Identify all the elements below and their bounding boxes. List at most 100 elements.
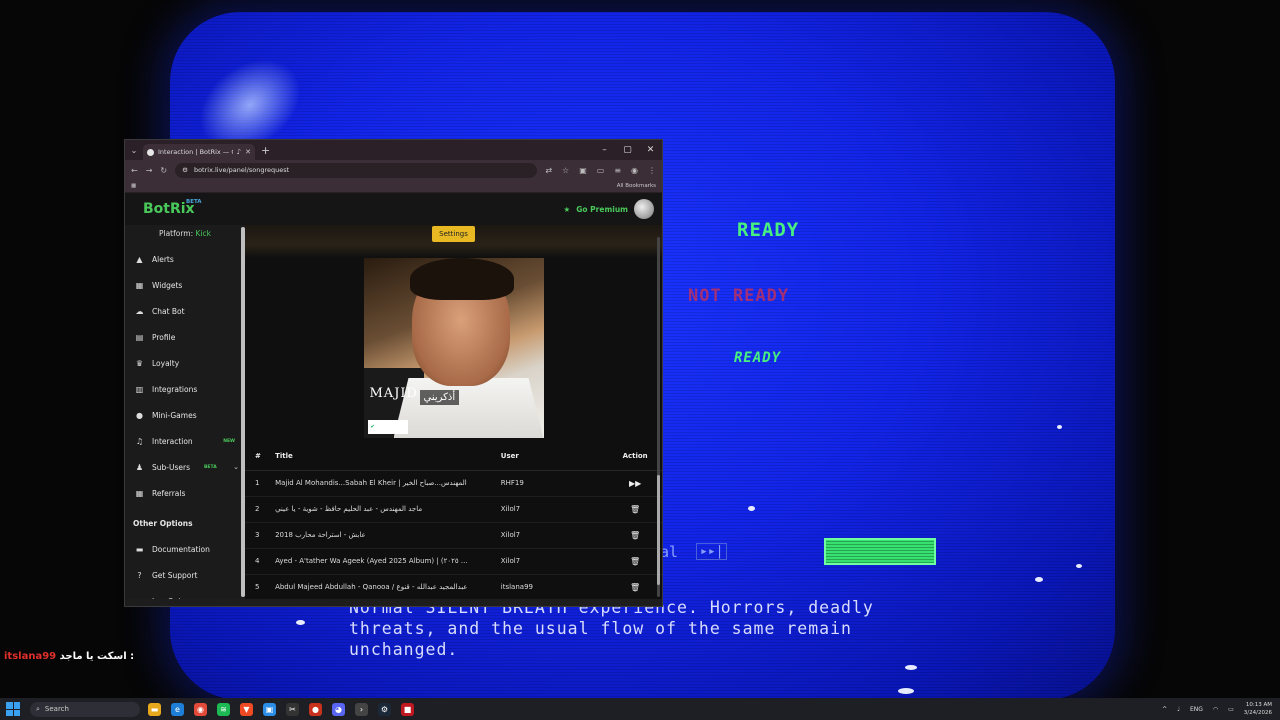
sparkle (1035, 577, 1043, 582)
row-title: 2018 عابش - استراحة محارب (275, 522, 501, 549)
row-user: itslana99 (500, 574, 609, 599)
sidebar-item-get-support[interactable]: ? Get Support (125, 562, 245, 588)
record-label-logo: ✔ (367, 420, 408, 434)
trash-icon[interactable]: 🗑 (630, 505, 640, 514)
row-user: Xilol7 (500, 548, 609, 575)
minimize-icon[interactable]: – (593, 140, 616, 160)
row-title: Ayed - A'tather Wa Ageek (Ayed 2025 Albu… (275, 548, 501, 575)
chevron-down-icon[interactable]: ⌄ (233, 463, 239, 471)
close-window-icon[interactable]: ✕ (639, 140, 662, 160)
menu-icon[interactable]: ⋮ (648, 166, 656, 175)
discord-icon[interactable]: ◕ (332, 702, 345, 716)
sparkle (1057, 425, 1062, 429)
store-icon[interactable]: ▣ (263, 702, 276, 716)
sidebar-item-referrals[interactable]: ▦ Referrals (125, 480, 245, 506)
capcut-icon[interactable]: ✂ (286, 702, 299, 716)
wifi-icon[interactable]: ◠ (1213, 706, 1218, 713)
trash-icon[interactable]: 🗑 (630, 557, 640, 566)
sidebar-item-label: Mini-Games (152, 410, 197, 420)
id-card-icon: ▤ (135, 332, 144, 342)
sparkle (898, 688, 914, 694)
table-row: 2 ماجد المهندس - عبد الحليم حافظ - شوية -… (245, 496, 662, 523)
extensions-icon[interactable]: ▣ (579, 166, 587, 175)
taskbar-search[interactable]: ⌕ Search (30, 701, 140, 717)
sidebar-item-interaction[interactable]: ♫ Interaction NEW (125, 428, 245, 454)
sidebar-item-loyalty[interactable]: ♛ Loyalty (125, 350, 245, 376)
tab-interaction[interactable]: Interaction | BotRix — Clo ♪ ✕ (143, 144, 255, 160)
premium-label: Go Premium (576, 204, 628, 214)
tray-chevron-icon[interactable]: ^ (1162, 706, 1167, 713)
maximize-icon[interactable]: ▢ (616, 140, 639, 160)
sidebar-item-documentation[interactable]: ▬ Documentation (125, 536, 245, 562)
sidebar-item-label: Referrals (152, 488, 186, 498)
windows-start-icon[interactable] (6, 702, 20, 716)
sidebar-item-alerts[interactable]: ▲ Alerts (125, 246, 245, 272)
new-tab-icon[interactable]: + (261, 144, 270, 157)
album-cover: MAJID أذكريني ✔ (363, 258, 544, 438)
all-bookmarks[interactable]: All Bookmarks (617, 183, 656, 189)
chat-text: اسكت يا ماجد : (59, 651, 135, 662)
obs-icon[interactable]: ● (309, 702, 322, 716)
speaker-icon[interactable]: ♪ (237, 148, 241, 156)
spotify-icon[interactable]: ≋ (217, 702, 230, 716)
profile-icon[interactable]: ◉ (631, 166, 638, 175)
now-playing: MAJID أذكريني ✔ (245, 258, 662, 438)
translate-icon[interactable]: ⇄ (545, 166, 552, 175)
avatar[interactable] (634, 199, 654, 219)
brave-icon[interactable]: ▼ (240, 702, 253, 716)
chrome-icon[interactable]: ◉ (194, 702, 207, 716)
platform-value: Kick (195, 229, 212, 238)
sidebar-item-integrations[interactable]: ▥ Integrations (125, 376, 245, 402)
forward-icon[interactable]: → (146, 166, 153, 175)
cast-icon[interactable]: ▭ (597, 166, 605, 175)
reload-icon[interactable]: ↻ (160, 166, 167, 175)
trash-icon[interactable]: 🗑 (630, 531, 640, 540)
botrix-logo[interactable]: BotRix BETA (143, 199, 202, 217)
sidebar-item-widgets[interactable]: ▦ Widgets (125, 272, 245, 298)
music-icon: ♫ (135, 436, 144, 446)
sidebar-item-sub-users[interactable]: ♟ Sub-Users BETA ⌄ (125, 454, 245, 480)
url-field[interactable]: ⚙ botrix.live/panel/songrequest (175, 162, 538, 178)
lang-indicator[interactable]: ENG (1190, 706, 1203, 713)
clock[interactable]: 10:13 AM 3/24/2026 (1244, 701, 1272, 717)
row-title: ماجد المهندس - عبد الحليم حافظ - شوية - … (275, 496, 501, 523)
steam-icon[interactable]: ⚙ (378, 702, 391, 716)
row-num: 4 (245, 548, 276, 575)
trophy-icon: ♛ (135, 358, 144, 368)
table-row: 5 Abdul Majeed Abdullah - Qanooa / عبدالم… (245, 574, 662, 599)
sidebar-item-label: Profile (152, 332, 176, 342)
song-queue-table: # Title User Action 1 Majid Al Mohandis..… (245, 442, 662, 599)
trash-icon[interactable]: 🗑 (630, 583, 640, 592)
terminal-icon[interactable]: › (355, 702, 368, 716)
col-title: Title (275, 442, 501, 471)
media-icon[interactable]: ≡ (614, 166, 621, 175)
sidebar-item-profile[interactable]: ▤ Profile (125, 324, 245, 350)
game-app-icon[interactable]: ■ (401, 702, 414, 716)
row-user: Xilol7 (500, 496, 609, 523)
table-row: 3 2018 عابش - استراحة محارب Xilol7 🗑 (245, 522, 662, 549)
edge-icon[interactable]: e (171, 702, 184, 716)
sidebar: Platform: Kick ▲ Alerts ▦ Widgets ☁ Chat Bot ▤… (125, 225, 245, 599)
tab-search-icon[interactable]: ⌄ (125, 140, 143, 160)
game-ready-button[interactable] (824, 538, 936, 565)
mic-icon[interactable]: ♩ (1177, 706, 1180, 713)
sidebar-item-log-out[interactable]: ⇥ Log Out (125, 588, 245, 600)
star-icon[interactable]: ☆ (562, 166, 569, 175)
game-skip-icon[interactable]: ▸▸| (696, 543, 728, 560)
file-explorer-icon[interactable]: ▬ (148, 702, 161, 716)
row-num: 1 (245, 470, 276, 497)
sidebar-item-mini-games[interactable]: ● Mini-Games (125, 402, 245, 428)
settings-button[interactable]: Settings (432, 226, 475, 242)
go-premium-button[interactable]: ★ Go Premium (564, 199, 654, 219)
sidebar-item-chat-bot[interactable]: ☁ Chat Bot (125, 298, 245, 324)
book-icon: ▬ (135, 544, 144, 554)
site-info-icon[interactable]: ⚙ (182, 166, 188, 174)
battery-icon[interactable]: ▭ (1228, 706, 1234, 713)
back-icon[interactable]: ← (131, 166, 138, 175)
apps-icon[interactable]: ▦ (131, 183, 136, 189)
close-tab-icon[interactable]: ✕ (245, 148, 251, 156)
robot-icon: ☁ (135, 306, 144, 316)
chat-username: itslana99 (4, 651, 57, 662)
main-scrollbar[interactable] (657, 237, 660, 597)
skip-icon[interactable]: ▶▶ (629, 479, 641, 488)
